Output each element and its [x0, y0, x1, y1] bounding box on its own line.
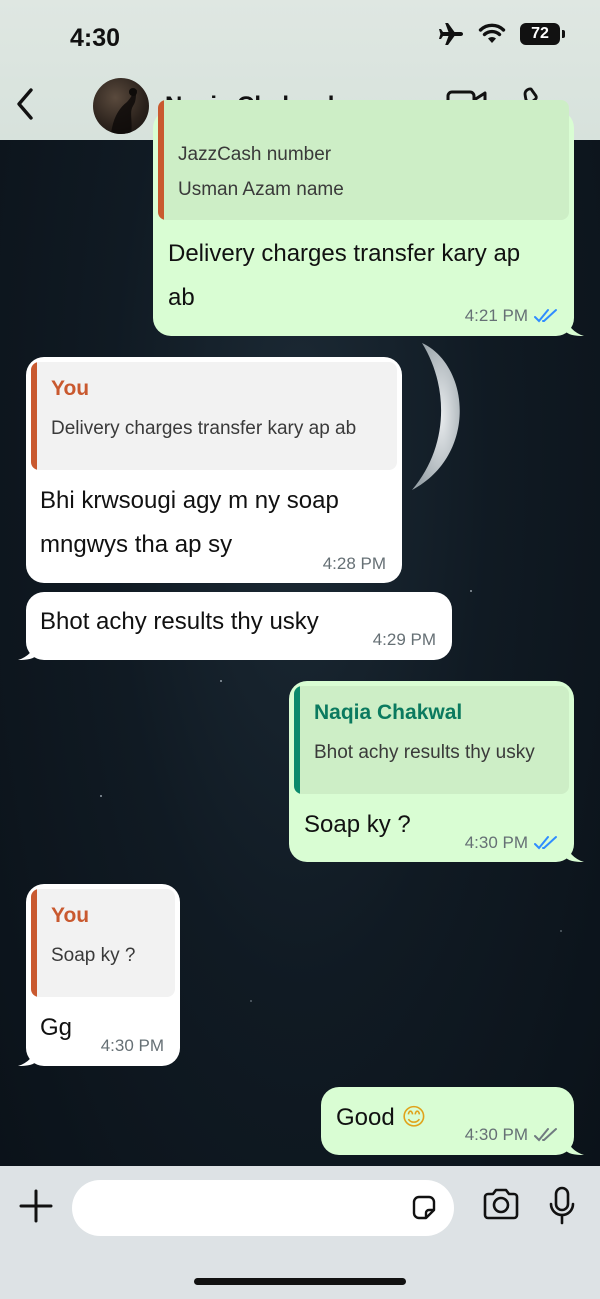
message-bubble-outgoing[interactable]: JazzCash number Usman Azam name Delivery…: [153, 100, 574, 336]
emoji: 😊: [401, 1103, 427, 1131]
microphone-icon[interactable]: [548, 1186, 576, 1226]
bubble-tail: [564, 1135, 584, 1155]
quoted-author: You: [51, 377, 90, 400]
avatar-image: [111, 88, 137, 134]
status-time: 4:30: [70, 24, 121, 52]
message-bubble-incoming[interactable]: Bhot achy results thy usky 4:29 PM: [26, 592, 452, 660]
quoted-text-line: Usman Azam name: [178, 179, 344, 200]
message-time: 4:28 PM: [322, 554, 386, 573]
sticker-icon[interactable]: [410, 1194, 438, 1222]
message-bubble-incoming[interactable]: You Delivery charges transfer kary ap ab…: [26, 357, 402, 583]
status-icons: 72: [438, 22, 565, 46]
message-text: Gg: [40, 1014, 73, 1041]
double-check-icon: [534, 836, 557, 850]
bubble-tail: [18, 1046, 38, 1066]
message-bubble-outgoing[interactable]: Good 😊 4:30 PM: [321, 1087, 574, 1155]
back-chevron-icon[interactable]: [10, 84, 40, 124]
double-check-icon: [534, 1128, 557, 1142]
quoted-author: Naqia Chakwal: [314, 701, 463, 724]
message-meta: 4:29 PM: [373, 630, 436, 650]
home-indicator: [194, 1278, 406, 1285]
message-meta: 4:30 PM: [101, 1036, 164, 1056]
quoted-text: Soap ky ?: [51, 945, 136, 966]
bubble-tail: [564, 316, 584, 336]
message-bubble-incoming[interactable]: You Soap ky ? Gg 4:30 PM: [26, 884, 180, 1066]
quoted-message[interactable]: You Delivery charges transfer kary ap ab: [31, 362, 397, 470]
quoted-message[interactable]: You Soap ky ?: [31, 889, 175, 997]
quoted-text: Delivery charges transfer kary ap ab: [51, 418, 357, 439]
avatar[interactable]: [93, 78, 149, 134]
quoted-message[interactable]: JazzCash number Usman Azam name: [158, 100, 569, 220]
airplane-icon: [439, 23, 463, 45]
message-input-bar: [0, 1166, 600, 1299]
message-meta: 4:30 PM: [465, 1125, 558, 1145]
battery-icon: 72: [520, 23, 565, 45]
bubble-tail: [18, 640, 38, 660]
wifi-icon: [478, 23, 506, 43]
message-time: 4:29 PM: [372, 630, 436, 649]
quoted-text: Bhot achy results thy usky: [314, 742, 535, 763]
message-text: Delivery charges transfer kary ap: [168, 240, 521, 267]
message-time: 4:21 PM: [464, 306, 528, 325]
message-time: 4:30 PM: [464, 833, 528, 852]
quoted-author: You: [51, 904, 90, 927]
message-meta: 4:21 PM: [465, 306, 558, 326]
camera-icon[interactable]: [482, 1188, 520, 1220]
message-text: Good: [336, 1104, 395, 1131]
quoted-message[interactable]: Naqia Chakwal Bhot achy results thy usky: [294, 686, 569, 794]
message-meta: 4:30 PM: [465, 833, 558, 853]
bubble-tail: [564, 842, 584, 862]
message-text: Soap ky ?: [304, 811, 411, 838]
message-text-wrap: Good 😊: [336, 1095, 426, 1140]
message-meta: 4:28 PM: [323, 554, 386, 574]
double-check-icon: [534, 309, 557, 323]
quoted-text-line: JazzCash number: [178, 144, 332, 165]
message-time: 4:30 PM: [100, 1036, 164, 1055]
message-text: Bhot achy results thy usky: [40, 608, 319, 635]
message-text: Bhi krwsougi agy m ny soap: [40, 487, 339, 514]
plus-icon[interactable]: [16, 1186, 56, 1226]
message-input[interactable]: [72, 1180, 454, 1236]
message-text: ab: [168, 284, 195, 311]
message-bubble-outgoing[interactable]: Naqia Chakwal Bhot achy results thy usky…: [289, 681, 574, 862]
message-time: 4:30 PM: [464, 1125, 528, 1144]
message-text: mngwys tha ap sy: [40, 531, 233, 558]
